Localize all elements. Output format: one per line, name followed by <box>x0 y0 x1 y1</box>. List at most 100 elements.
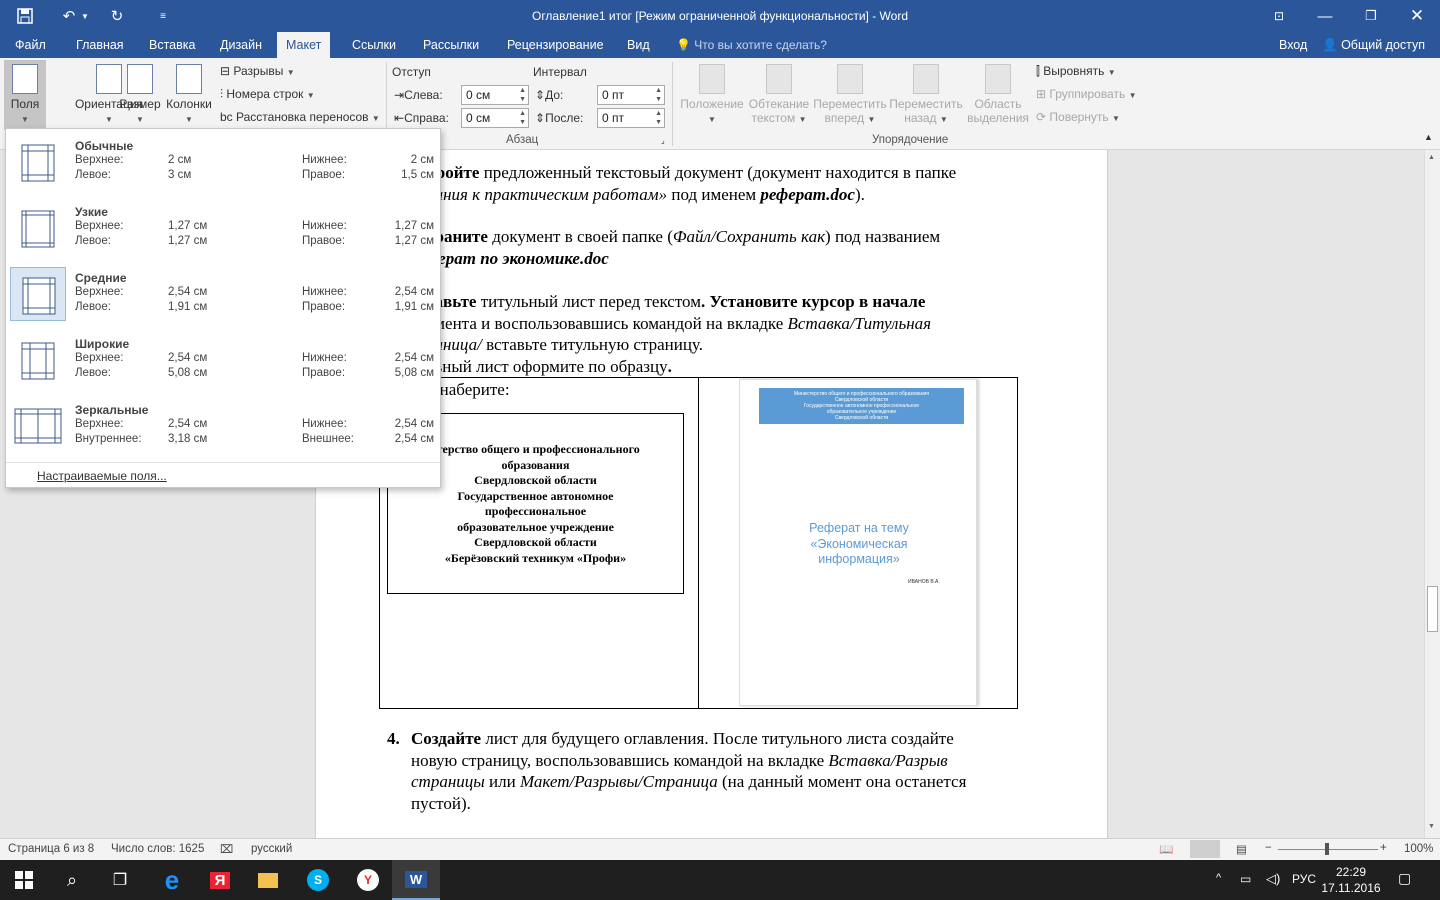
margin-preset-4[interactable]: Зеркальные Верхнее: 2,54 см Внутреннее: 3,18… <box>8 397 438 455</box>
page-count[interactable]: Страница 6 из 8 <box>8 843 94 855</box>
word-count[interactable]: Число слов: 1625 <box>111 843 204 855</box>
margin-preset-l1: Верхнее: <box>75 286 124 298</box>
tab-review[interactable]: Рецензирование <box>507 38 604 52</box>
bring-forward-icon <box>837 64 863 94</box>
margin-preset-3[interactable]: Широкие Верхнее: 2,54 см Левое: 5,08 см Нижне… <box>8 331 438 389</box>
language-indicator[interactable]: русский <box>251 843 292 855</box>
tab-design[interactable]: Дизайн <box>220 38 262 52</box>
send-backward-button[interactable]: Переместить назад ▼ <box>888 64 964 125</box>
spinner-arrows-icon[interactable]: ▲ ▼ <box>519 86 526 104</box>
rotate-button[interactable]: ⟳ Повернуть ▼ <box>1036 110 1120 124</box>
tab-view[interactable]: Вид <box>627 38 650 52</box>
dialog-launcher-icon[interactable]: ⌟ <box>661 136 665 145</box>
custom-margins-link[interactable]: Настраиваемые поля... <box>37 469 167 483</box>
selection-pane-button[interactable]: Область выделения <box>966 64 1030 125</box>
skype-icon[interactable]: S <box>294 860 342 900</box>
send-backward-icon <box>913 64 939 94</box>
thumbnail-author: ИВАНОВ В.А. <box>908 579 940 585</box>
notifications-icon[interactable]: ▢ <box>1398 870 1411 887</box>
size-button[interactable]: Размер ▼ <box>118 64 162 125</box>
margin-preset-2[interactable]: Средние Верхнее: 2,54 см Левое: 1,91 см Нижне… <box>8 265 438 323</box>
breaks-icon: ⊟ <box>220 64 231 78</box>
restore-button[interactable]: ❐ <box>1348 0 1394 32</box>
indent-left-input[interactable]: 0 см ▲ ▼ <box>461 85 529 105</box>
spinner-arrows-icon[interactable]: ▲ ▼ <box>519 109 526 127</box>
close-button[interactable]: ✕ <box>1394 0 1440 32</box>
word-taskbar-icon[interactable]: W <box>392 860 440 900</box>
yandex-icon[interactable]: Y <box>344 860 392 900</box>
position-button[interactable]: Положение ▼ <box>676 64 748 125</box>
web-layout-icon[interactable]: ▤ <box>1236 842 1247 856</box>
scrollbar-thumb[interactable] <box>1427 586 1438 632</box>
tab-layout[interactable]: Макет <box>277 32 331 58</box>
bring-forward-button[interactable]: Переместить вперед ▼ <box>812 64 888 125</box>
margin-preset-0[interactable]: Обычные Верхнее: 2 см Левое: 3 см Нижнее: 2 см… <box>8 133 438 191</box>
paragraph-2: храните документ в своей папке (Файл/Сох… <box>426 227 941 268</box>
tab-mailings[interactable]: Рассылки <box>423 38 479 52</box>
columns-button[interactable]: Колонки ▼ <box>164 64 214 125</box>
hyphenation-button[interactable]: bc Расстановка переносов ▼ <box>220 110 380 124</box>
paragraph-4: Создайте лист для будущего оглавления. П… <box>411 729 967 813</box>
margin-preset-icon <box>10 399 66 453</box>
volume-icon[interactable]: ◁) <box>1266 871 1280 887</box>
margin-preset-v2: 2,54 см <box>394 418 434 430</box>
print-layout-icon[interactable] <box>1190 840 1220 858</box>
tell-me-box[interactable]: 💡 Что вы хотите сделать? <box>676 38 827 52</box>
breaks-button[interactable]: ⊟ Разрывы ▼ <box>220 64 295 78</box>
battery-icon[interactable]: ▭ <box>1240 872 1251 886</box>
search-icon[interactable]: ⌕ <box>48 860 96 900</box>
scroll-up-icon[interactable]: ▲ <box>1428 154 1435 161</box>
yandex-browser-icon[interactable]: Я <box>196 860 244 900</box>
margin-preset-name: Средние <box>75 271 127 285</box>
spacing-after-label: ⇕После: <box>535 111 584 125</box>
margin-preset-v3: 3 см <box>168 169 192 181</box>
vertical-scrollbar[interactable]: ▲ ▼ <box>1424 150 1440 838</box>
tab-file[interactable]: Файл <box>15 38 46 52</box>
scroll-down-icon[interactable]: ▼ <box>1428 823 1435 830</box>
line-numbers-button[interactable]: ⫶ Номера строк ▼ <box>220 87 315 102</box>
collapse-ribbon-icon[interactable]: ▲ <box>1424 132 1433 142</box>
taskbar: ⌕ ❐ e Я S Y W ^ ▭ ◁) РУС 22:29 17.11.2016… <box>0 860 1440 900</box>
margin-preset-v1: 2,54 см <box>168 352 208 364</box>
input-language[interactable]: РУС <box>1292 872 1316 886</box>
tab-home[interactable]: Главная <box>76 38 124 52</box>
margin-preset-1[interactable]: Узкие Верхнее: 1,27 см Левое: 1,27 см Нижнее:… <box>8 199 438 257</box>
spinner-arrows-icon[interactable]: ▲ ▼ <box>655 86 662 104</box>
separator <box>672 62 673 146</box>
arrange-group-label: Упорядочение <box>872 134 949 146</box>
hyphenation-icon: bc <box>220 110 233 124</box>
spacing-before-input[interactable]: 0 пт ▲ ▼ <box>597 85 665 105</box>
group-button[interactable]: ⊞ Группировать ▼ <box>1036 87 1136 101</box>
tab-references[interactable]: Ссылки <box>352 38 396 52</box>
share-button[interactable]: 👤 Общий доступ <box>1322 38 1425 53</box>
read-mode-icon[interactable]: 📖 <box>1159 842 1173 856</box>
spinner-arrows-icon[interactable]: ▲ ▼ <box>655 109 662 127</box>
wrap-text-button[interactable]: Обтекание текстом ▼ <box>746 64 812 125</box>
size-icon <box>127 64 153 94</box>
ribbon-display-icon[interactable]: ⊡ <box>1256 0 1302 32</box>
margin-preset-v3: 1,91 см <box>168 301 208 313</box>
margin-preset-icon <box>10 135 66 189</box>
task-view-icon[interactable]: ❐ <box>96 860 144 900</box>
proofing-icon[interactable]: ⌧ <box>220 842 233 856</box>
minimize-button[interactable]: — <box>1302 0 1348 32</box>
tray-chevron-icon[interactable]: ^ <box>1216 872 1221 884</box>
start-icon[interactable] <box>0 860 48 900</box>
zoom-out-icon[interactable]: − <box>1265 842 1272 854</box>
margins-button[interactable]: Поля ▼ <box>4 60 46 130</box>
clock[interactable]: 22:29 17.11.2016 <box>1320 864 1382 896</box>
signin-link[interactable]: Вход <box>1279 38 1307 52</box>
zoom-level[interactable]: 100% <box>1404 843 1433 855</box>
edge-icon[interactable]: e <box>148 860 196 900</box>
zoom-in-icon[interactable]: + <box>1380 842 1387 854</box>
margin-preset-v3: 3,18 см <box>168 433 208 445</box>
indent-right-input[interactable]: 0 см ▲ ▼ <box>461 108 529 128</box>
align-button[interactable]: ⫿ Выровнять ▼ <box>1036 64 1116 79</box>
margin-preset-v2: 2 см <box>410 154 434 166</box>
ribbon-tabs: Файл Главная Вставка Дизайн Макет Ссылки… <box>0 32 1440 58</box>
spacing-after-input[interactable]: 0 пт ▲ ▼ <box>597 108 665 128</box>
tab-insert[interactable]: Вставка <box>149 38 195 52</box>
spacing-label: Интервал <box>533 65 587 79</box>
file-explorer-icon[interactable] <box>244 860 292 900</box>
zoom-slider-thumb[interactable] <box>1325 843 1329 855</box>
